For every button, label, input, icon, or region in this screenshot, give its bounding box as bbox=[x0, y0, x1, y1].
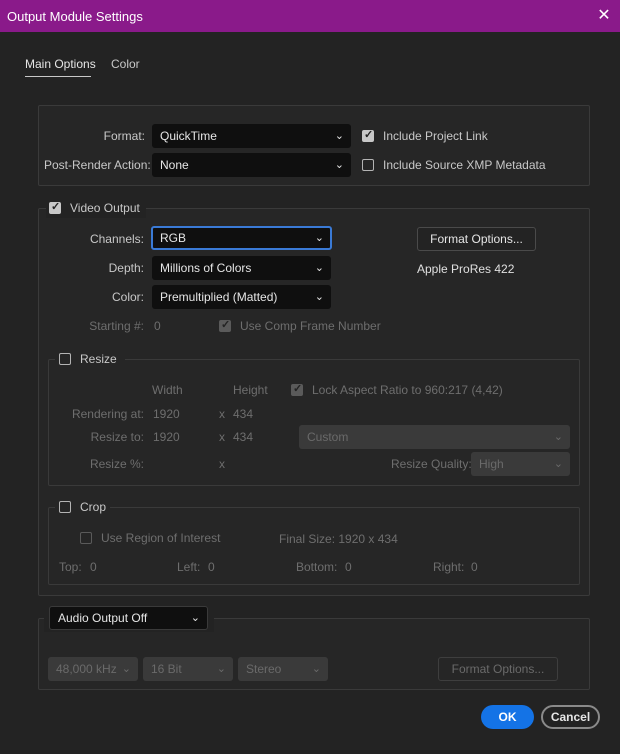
video-format-options-button[interactable]: Format Options... bbox=[417, 227, 536, 251]
audio-output-dropdown[interactable]: Audio Output Off ⌄ bbox=[49, 606, 208, 630]
chevron-down-icon: ⌄ bbox=[121, 663, 131, 675]
include-project-link-label: Include Project Link bbox=[383, 129, 488, 143]
depth-label: Depth: bbox=[108, 261, 144, 275]
rendering-at-label: Rendering at: bbox=[71, 407, 144, 421]
crop-right-value[interactable]: 0 bbox=[471, 560, 478, 574]
video-output-label: Video Output bbox=[70, 201, 140, 215]
audio-format-options-button[interactable]: Format Options... bbox=[438, 657, 558, 681]
channels-dropdown[interactable]: RGB ⌄ bbox=[151, 226, 332, 250]
audio-channels-dropdown[interactable]: Stereo ⌄ bbox=[238, 657, 328, 681]
use-roi-checkbox[interactable] bbox=[80, 532, 92, 544]
width-header: Width bbox=[152, 383, 183, 397]
format-dropdown[interactable]: QuickTime ⌄ bbox=[152, 124, 351, 148]
starting-number-label: Starting #: bbox=[89, 319, 144, 333]
depth-dropdown[interactable]: Millions of Colors ⌄ bbox=[152, 256, 331, 280]
color-dropdown[interactable]: Premultiplied (Matted) ⌄ bbox=[152, 285, 331, 309]
starting-number-value[interactable]: 0 bbox=[154, 319, 161, 333]
include-xmp-label: Include Source XMP Metadata bbox=[383, 158, 546, 172]
format-value: QuickTime bbox=[160, 129, 217, 143]
depth-value: Millions of Colors bbox=[160, 261, 252, 275]
audio-rate-dropdown[interactable]: 48,000 kHz ⌄ bbox=[48, 657, 138, 681]
resize-quality-value: High bbox=[479, 457, 504, 471]
rendering-width: 1920 bbox=[153, 407, 180, 421]
active-tab-indicator bbox=[25, 76, 91, 77]
window-title: Output Module Settings bbox=[7, 9, 143, 24]
lock-aspect-label: Lock Aspect Ratio to 960:217 (4,42) bbox=[312, 383, 503, 397]
audio-output-value: Audio Output Off bbox=[58, 611, 148, 625]
chevron-down-icon: ⌄ bbox=[314, 262, 324, 274]
resize-checkbox[interactable] bbox=[59, 353, 71, 365]
final-size-label: Final Size: 1920 x 434 bbox=[279, 532, 398, 546]
x-separator: x bbox=[219, 407, 225, 421]
crop-bottom-value[interactable]: 0 bbox=[345, 560, 352, 574]
cancel-button[interactable]: Cancel bbox=[541, 705, 600, 729]
resize-preset-value: Custom bbox=[307, 430, 349, 444]
crop-checkbox[interactable] bbox=[59, 501, 71, 513]
channels-value: RGB bbox=[160, 231, 187, 245]
ok-button[interactable]: OK bbox=[481, 705, 534, 729]
lock-aspect-checkbox[interactable] bbox=[291, 382, 303, 396]
use-comp-frame-label: Use Comp Frame Number bbox=[240, 319, 381, 333]
crop-top-label: Top: bbox=[59, 560, 82, 574]
chevron-down-icon: ⌄ bbox=[334, 159, 344, 171]
chevron-down-icon: ⌄ bbox=[314, 232, 324, 244]
codec-label: Apple ProRes 422 bbox=[417, 262, 515, 276]
height-header: Height bbox=[233, 383, 268, 397]
resize-quality-label: Resize Quality: bbox=[391, 457, 472, 471]
audio-rate-value: 48,000 kHz bbox=[56, 662, 117, 676]
post-render-value: None bbox=[160, 158, 189, 172]
chevron-down-icon: ⌄ bbox=[216, 663, 226, 675]
resize-percent-label: Resize %: bbox=[89, 457, 144, 471]
audio-bits-dropdown[interactable]: 16 Bit ⌄ bbox=[143, 657, 233, 681]
use-comp-frame-checkbox[interactable] bbox=[219, 318, 231, 332]
rendering-height: 434 bbox=[233, 407, 254, 421]
audio-bits-value: 16 Bit bbox=[151, 662, 182, 676]
tab-color[interactable]: Color bbox=[111, 57, 140, 71]
crop-label: Crop bbox=[80, 500, 107, 514]
chevron-down-icon: ⌄ bbox=[190, 612, 200, 624]
post-render-label: Post-Render Action: bbox=[44, 158, 151, 172]
crop-bottom-label: Bottom: bbox=[296, 560, 338, 574]
chevron-down-icon: ⌄ bbox=[314, 291, 324, 303]
color-value: Premultiplied (Matted) bbox=[160, 290, 278, 304]
format-label: Format: bbox=[103, 129, 145, 143]
x-separator: x bbox=[219, 430, 225, 444]
video-output-checkbox[interactable] bbox=[49, 200, 61, 214]
resize-to-height[interactable]: 434 bbox=[233, 430, 253, 444]
resize-label: Resize bbox=[80, 352, 117, 366]
resize-to-width[interactable]: 1920 bbox=[153, 430, 180, 444]
chevron-down-icon: ⌄ bbox=[553, 431, 563, 443]
resize-preset-dropdown[interactable]: Custom ⌄ bbox=[299, 425, 570, 449]
resize-to-label: Resize to: bbox=[90, 430, 144, 444]
tab-main-options[interactable]: Main Options bbox=[25, 57, 96, 71]
post-render-dropdown[interactable]: None ⌄ bbox=[152, 153, 351, 177]
crop-right-label: Right: bbox=[433, 560, 465, 574]
color-label: Color: bbox=[111, 290, 144, 304]
crop-top-value[interactable]: 0 bbox=[90, 560, 97, 574]
chevron-down-icon: ⌄ bbox=[311, 663, 321, 675]
chevron-down-icon: ⌄ bbox=[334, 130, 344, 142]
include-xmp-checkbox[interactable] bbox=[362, 159, 374, 171]
audio-channels-value: Stereo bbox=[246, 662, 282, 676]
crop-left-label: Left: bbox=[177, 560, 201, 574]
channels-label: Channels: bbox=[89, 232, 144, 246]
resize-quality-dropdown[interactable]: High ⌄ bbox=[471, 452, 570, 476]
chevron-down-icon: ⌄ bbox=[553, 458, 563, 470]
close-icon[interactable]: ✕ bbox=[596, 7, 612, 25]
use-roi-label: Use Region of Interest bbox=[101, 531, 221, 545]
include-project-link-checkbox[interactable] bbox=[362, 128, 374, 142]
x-separator: x bbox=[219, 457, 225, 471]
crop-left-value[interactable]: 0 bbox=[208, 560, 215, 574]
